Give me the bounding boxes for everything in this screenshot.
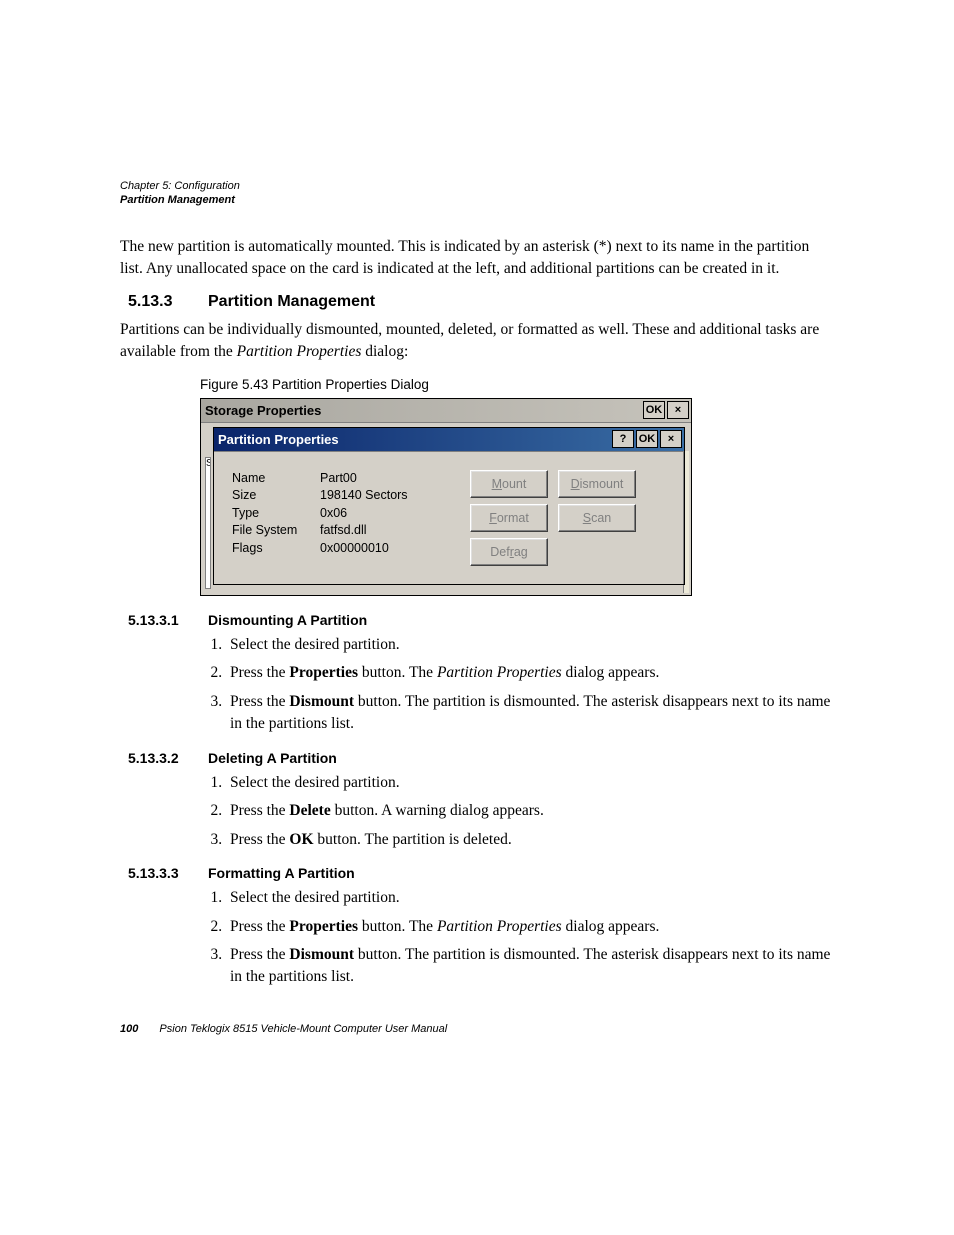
value-size: 198140 Sectors <box>320 487 450 505</box>
mount-button[interactable]: Mount <box>470 470 548 498</box>
heading-5-13-3-1: 5.13.3.1 Dismounting A Partition <box>120 612 834 628</box>
section-intro-paragraph: Partitions can be individually dismounte… <box>120 319 834 362</box>
page-footer: 100 Psion Teklogix 8515 Vehicle-Mount Co… <box>120 1023 834 1035</box>
page: Chapter 5: Configuration Partition Manag… <box>0 0 954 1095</box>
heading-number: 5.13.3.2 <box>128 750 208 766</box>
running-head-chapter: Chapter 5: Configuration <box>120 180 834 192</box>
partition-properties-window: Partition Properties ? OK × Name Size Ty… <box>213 427 685 585</box>
storage-properties-window: Storage Properties OK × S Partition Prop… <box>200 398 692 596</box>
steps-formatting: Select the desired partition. Press the … <box>200 887 834 989</box>
step: Press the Dismount button. The partition… <box>226 691 834 736</box>
close-icon[interactable]: × <box>667 401 689 419</box>
figure-caption: Figure 5.43 Partition Properties Dialog <box>200 377 834 392</box>
label-size: Size <box>232 487 320 505</box>
ok-button[interactable]: OK <box>643 401 665 419</box>
step: Press the Delete button. A warning dialo… <box>226 800 834 822</box>
running-head-section: Partition Management <box>120 194 834 206</box>
step: Press the Dismount button. The partition… <box>226 944 834 989</box>
label-flags: Flags <box>232 540 320 558</box>
step: Select the desired partition. <box>226 887 834 909</box>
background-panel-sliver: S <box>205 457 211 589</box>
heading-number: 5.13.3.3 <box>128 865 208 881</box>
scan-button[interactable]: Scan <box>558 504 636 532</box>
intro-paragraph: The new partition is automatically mount… <box>120 236 834 279</box>
footer-text: Psion Teklogix 8515 Vehicle-Mount Comput… <box>159 1023 447 1035</box>
text-italic: Partition Properties <box>237 343 362 360</box>
step: Press the Properties button. The Partiti… <box>226 916 834 938</box>
ok-button[interactable]: OK <box>636 430 658 448</box>
steps-dismounting: Select the desired partition. Press the … <box>200 634 834 736</box>
close-icon[interactable]: × <box>660 430 682 448</box>
label-name: Name <box>232 470 320 488</box>
heading-title: Partition Management <box>208 293 375 311</box>
heading-number: 5.13.3.1 <box>128 612 208 628</box>
help-icon[interactable]: ? <box>612 430 634 448</box>
storage-properties-titlebar[interactable]: Storage Properties OK × <box>201 399 691 423</box>
defrag-button[interactable]: Defrag <box>470 538 548 566</box>
heading-title: Formatting A Partition <box>208 865 355 881</box>
value-filesystem: fatfsd.dll <box>320 522 450 540</box>
step: Select the desired partition. <box>226 634 834 656</box>
heading-5-13-3-2: 5.13.3.2 Deleting A Partition <box>120 750 834 766</box>
step: Press the Properties button. The Partiti… <box>226 662 834 684</box>
page-number: 100 <box>120 1023 138 1035</box>
heading-5-13-3: 5.13.3 Partition Management <box>120 293 834 311</box>
step: Select the desired partition. <box>226 772 834 794</box>
partition-properties-titlebar[interactable]: Partition Properties ? OK × <box>214 428 684 452</box>
label-filesystem: File System <box>232 522 320 540</box>
step: Press the OK button. The partition is de… <box>226 829 834 851</box>
window-title: Storage Properties <box>205 403 321 418</box>
heading-5-13-3-3: 5.13.3.3 Formatting A Partition <box>120 865 834 881</box>
text: Partitions can be individually dismounte… <box>120 321 819 360</box>
value-type: 0x06 <box>320 505 450 523</box>
steps-deleting: Select the desired partition. Press the … <box>200 772 834 851</box>
value-name: Part00 <box>320 470 450 488</box>
heading-number: 5.13.3 <box>128 293 208 311</box>
heading-title: Deleting A Partition <box>208 750 337 766</box>
dismount-button[interactable]: Dismount <box>558 470 636 498</box>
format-button[interactable]: Format <box>470 504 548 532</box>
heading-title: Dismounting A Partition <box>208 612 367 628</box>
value-flags: 0x00000010 <box>320 540 450 558</box>
label-type: Type <box>232 505 320 523</box>
window-title: Partition Properties <box>218 432 339 447</box>
dialog-body: Name Size Type File System Flags Part00 … <box>214 452 684 584</box>
text: dialog: <box>361 343 408 360</box>
